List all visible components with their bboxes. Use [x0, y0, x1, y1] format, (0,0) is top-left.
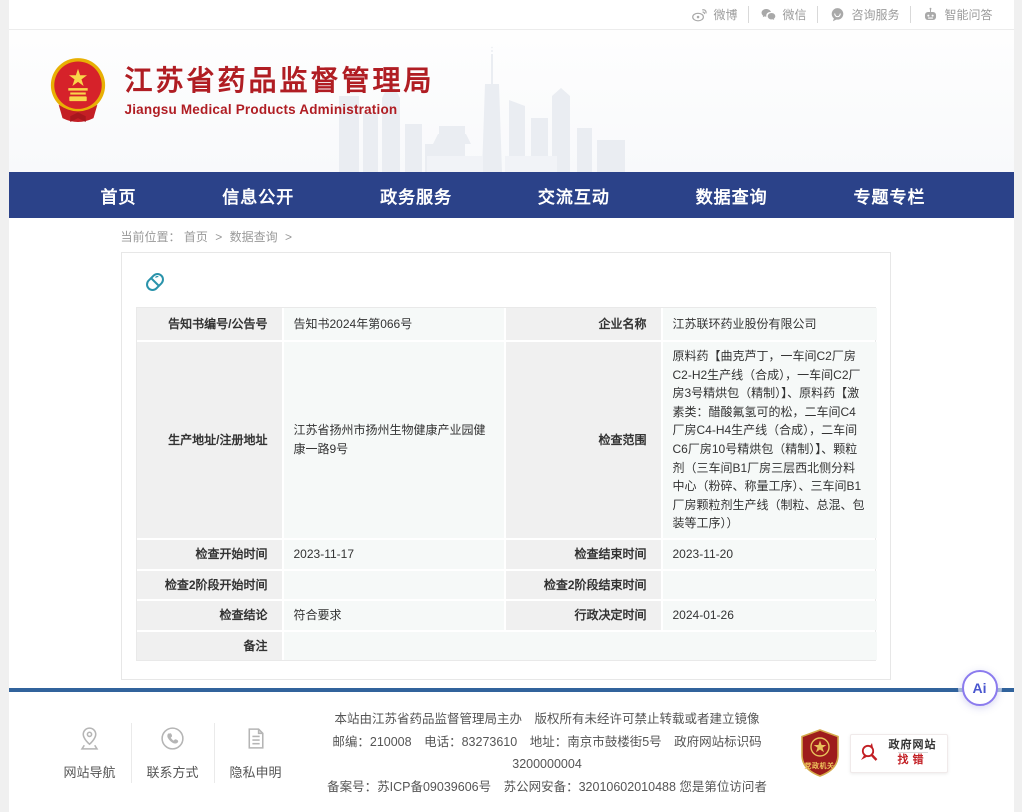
topbar-link-label: 微信: [782, 6, 806, 23]
party-gov-badge-label: 党政机关: [798, 761, 842, 771]
inspection-detail-table: 告知书编号/公告号 告知书2024年第066号 企业名称 江苏联环药业股份有限公…: [136, 307, 876, 661]
field-value-remark: [284, 632, 877, 661]
topbar: 微博 微信 咨询服务: [9, 0, 1014, 30]
field-label-conclusion: 检查结论: [137, 601, 282, 630]
field-label-decision-date: 行政决定时间: [506, 601, 661, 630]
pill-icon: [140, 267, 170, 297]
brand: 江苏省药品监督管理局 Jiangsu Medical Products Admi…: [47, 56, 435, 126]
footer-link-contact[interactable]: 联系方式: [131, 723, 214, 783]
field-value-inspection-start: 2023-11-17: [284, 540, 504, 569]
footer-line-contact: 邮编：210008 电话：83273610 地址：南京市鼓楼街5号 政府网站标识…: [307, 731, 788, 776]
brand-text: 江苏省药品监督管理局 Jiangsu Medical Products Admi…: [125, 65, 435, 116]
field-label-inspection-scope: 检查范围: [506, 342, 661, 538]
topbar-link-label: 智能问答: [944, 6, 992, 23]
chat-bubble-icon: [829, 6, 846, 23]
field-value-phase2-end: [663, 571, 877, 600]
footer-link-label: 隐私申明: [230, 762, 282, 781]
field-value-decision-date: 2024-01-26: [663, 601, 877, 630]
breadcrumb-separator: >: [215, 230, 222, 244]
field-label-inspection-end: 检查结束时间: [506, 540, 661, 569]
breadcrumb-link-data-query[interactable]: 数据查询: [230, 230, 278, 244]
field-value-phase2-start: [284, 571, 504, 600]
phone-icon: [159, 725, 186, 755]
inspection-detail-card: 告知书编号/公告号 告知书2024年第066号 企业名称 江苏联环药业股份有限公…: [121, 252, 891, 680]
footer-link-privacy[interactable]: 隐私申明: [214, 723, 297, 783]
field-label-address: 生产地址/注册地址: [137, 342, 282, 538]
footer-link-site-map[interactable]: 网站导航: [49, 723, 131, 783]
magnifier-icon: [858, 739, 882, 768]
topbar-link-wechat[interactable]: 微信: [748, 6, 817, 23]
weibo-icon: [691, 6, 708, 23]
field-value-inspection-scope: 原料药【曲克芦丁，一车间C2厂房C2-H2生产线（合成），一车间C2厂房3号精烘…: [663, 342, 877, 538]
footer-badges: 党政机关 政府网站 找错: [798, 728, 948, 778]
field-label-inspection-start: 检查开始时间: [137, 540, 282, 569]
field-value-address: 江苏省扬州市扬州生物健康产业园健康一路9号: [284, 342, 504, 538]
field-label-company-name: 企业名称: [506, 308, 661, 340]
nav-item-home[interactable]: 首页: [101, 183, 137, 208]
field-value-conclusion: 符合要求: [284, 601, 504, 630]
party-gov-badge[interactable]: 党政机关: [798, 728, 842, 778]
field-label-phase2-start: 检查2阶段开始时间: [137, 571, 282, 600]
footer-link-label: 网站导航: [64, 762, 116, 781]
site-subtitle: Jiangsu Medical Products Administration: [125, 102, 435, 117]
site-title: 江苏省药品监督管理局: [125, 65, 435, 97]
gov-site-find-error-badge[interactable]: 政府网站 找错: [850, 734, 948, 774]
ai-assistant-button[interactable]: Ai: [962, 670, 998, 706]
breadcrumb-prefix: 当前位置：: [121, 230, 181, 244]
map-pin-icon: [76, 725, 103, 755]
field-label-remark: 备注: [137, 632, 282, 661]
primary-nav: 首页 信息公开 政务服务 交流互动 数据查询 专题专栏: [9, 172, 1014, 218]
topbar-link-consult[interactable]: 咨询服务: [817, 6, 910, 23]
main-content: 当前位置： 首页 > 数据查询 > 告知书编号/公告号 告知书2024年第06: [9, 218, 1014, 688]
page: 微博 微信 咨询服务: [9, 0, 1014, 812]
find-error-line1: 政府网站: [889, 739, 937, 753]
document-icon: [242, 725, 269, 755]
topbar-link-weibo[interactable]: 微博: [680, 6, 748, 23]
breadcrumb-separator: >: [285, 230, 292, 244]
nav-item-gov-services[interactable]: 政务服务: [380, 183, 452, 208]
robot-icon: [922, 6, 939, 23]
nav-item-data-query[interactable]: 数据查询: [696, 183, 768, 208]
field-label-phase2-end: 检查2阶段结束时间: [506, 571, 661, 600]
topbar-link-qa[interactable]: 智能问答: [910, 6, 1003, 23]
field-label-notice-number: 告知书编号/公告号: [137, 308, 282, 340]
nav-item-info-disclosure[interactable]: 信息公开: [222, 183, 294, 208]
nav-item-special-topics[interactable]: 专题专栏: [853, 183, 925, 208]
find-error-badge-text: 政府网站 找错: [889, 739, 937, 769]
field-value-company-name: 江苏联环药业股份有限公司: [663, 308, 877, 340]
find-error-line2: 找错: [898, 752, 928, 768]
footer-line-icp: 备案号：苏ICP备09039606号 苏公网安备：32010602010488 …: [307, 776, 788, 799]
footer-link-label: 联系方式: [147, 762, 199, 781]
breadcrumb: 当前位置： 首页 > 数据查询 >: [121, 228, 1014, 245]
field-value-inspection-end: 2023-11-20: [663, 540, 877, 569]
national-emblem-logo: [47, 56, 109, 126]
footer-info: 本站由江苏省药品监督管理局主办 版权所有未经许可禁止转载或者建立镜像 邮编：21…: [297, 708, 798, 798]
nav-item-interaction[interactable]: 交流互动: [538, 183, 610, 208]
field-value-notice-number: 告知书2024年第066号: [284, 308, 504, 340]
breadcrumb-link-home[interactable]: 首页: [184, 230, 208, 244]
wechat-icon: [760, 6, 777, 23]
footer-line-host: 本站由江苏省药品监督管理局主办 版权所有未经许可禁止转载或者建立镜像: [307, 708, 788, 731]
footer: Ai 网站导航 联系方式: [9, 688, 1014, 812]
topbar-link-label: 咨询服务: [851, 6, 899, 23]
site-banner: 江苏省药品监督管理局 Jiangsu Medical Products Admi…: [9, 30, 1014, 172]
topbar-link-label: 微博: [713, 6, 737, 23]
footer-links: 网站导航 联系方式 隐: [49, 723, 297, 783]
